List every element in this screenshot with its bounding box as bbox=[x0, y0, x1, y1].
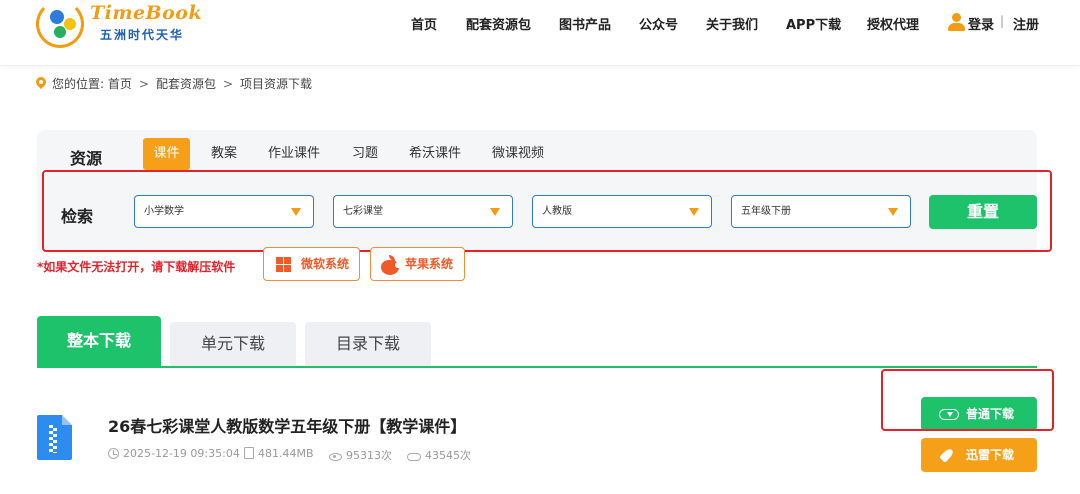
file-size-icon bbox=[244, 447, 254, 459]
nav-agency[interactable]: 授权代理 bbox=[867, 14, 919, 33]
file-size-value: 481.44MB bbox=[258, 447, 314, 460]
breadcrumb-arrow: > bbox=[138, 77, 149, 91]
cloud-download-icon bbox=[407, 453, 421, 461]
thunder-download-button[interactable]: 迅雷下载 bbox=[921, 438, 1037, 472]
file-title[interactable]: 26春七彩课堂人教版数学五年级下册【教学课件】 bbox=[108, 413, 466, 437]
file-views: 95313次 bbox=[329, 447, 392, 463]
breadcrumb-home[interactable]: 首页 bbox=[108, 77, 132, 91]
file-downloads-value: 43545次 bbox=[425, 449, 471, 462]
register-link[interactable]: 注册 bbox=[1013, 14, 1039, 33]
tab-underline bbox=[37, 366, 1037, 368]
nav-wechat[interactable]: 公众号 bbox=[639, 14, 678, 33]
login-link[interactable]: 登录 bbox=[968, 14, 994, 33]
file-views-value: 95313次 bbox=[346, 449, 392, 462]
file-date: 2025-12-19 09:35:04 bbox=[108, 447, 240, 460]
logo-ring-icon bbox=[36, 0, 84, 48]
rocket-icon bbox=[939, 447, 955, 463]
highlight-box bbox=[42, 170, 1052, 252]
thunder-download-label: 迅雷下载 bbox=[966, 448, 1015, 462]
tab-unit-download[interactable]: 单元下载 bbox=[170, 322, 296, 368]
windows-label: 微软系统 bbox=[301, 257, 350, 271]
site-header: TimeBook 五洲时代天华 首页 配套资源包 图书产品 公众号 关于我们 A… bbox=[0, 0, 1080, 66]
zip-file-icon bbox=[37, 415, 72, 460]
divider: | bbox=[1000, 14, 1005, 28]
windows-software-button[interactable]: 微软系统 bbox=[263, 247, 360, 281]
breadcrumb-prefix: 您的位置: bbox=[52, 77, 105, 91]
file-downloads: 43545次 bbox=[407, 447, 471, 463]
site-logo[interactable]: TimeBook 五洲时代天华 bbox=[34, 0, 204, 52]
breadcrumb-current: 项目资源下载 bbox=[240, 77, 313, 91]
apple-label: 苹果系统 bbox=[405, 257, 454, 271]
tab-full-download[interactable]: 整本下载 bbox=[37, 316, 161, 368]
user-icon[interactable] bbox=[948, 13, 965, 31]
nav-books[interactable]: 图书产品 bbox=[559, 14, 611, 33]
breadcrumb-arrow: > bbox=[222, 77, 234, 91]
tab-exercises[interactable]: 习题 bbox=[345, 138, 385, 170]
tab-lesson-plan[interactable]: 教案 bbox=[204, 138, 244, 170]
location-pin-icon bbox=[36, 77, 46, 89]
nav-resource-pack[interactable]: 配套资源包 bbox=[466, 14, 531, 33]
tab-micro-video[interactable]: 微课视频 bbox=[486, 138, 550, 170]
logo-subtitle: 五洲时代天华 bbox=[100, 28, 185, 42]
tab-catalog-download[interactable]: 目录下载 bbox=[305, 322, 431, 368]
highlight-box bbox=[881, 369, 1054, 431]
nav-about[interactable]: 关于我们 bbox=[706, 14, 758, 33]
file-date-value: 2025-12-19 09:35:04 bbox=[123, 447, 240, 460]
apple-software-button[interactable]: 苹果系统 bbox=[370, 247, 465, 281]
breadcrumb-resource-pack[interactable]: 配套资源包 bbox=[156, 77, 216, 91]
windows-icon bbox=[276, 257, 292, 273]
tab-homework-courseware[interactable]: 作业课件 bbox=[262, 138, 326, 170]
nav-app-download[interactable]: APP下载 bbox=[786, 14, 841, 33]
unzip-notice: *如果文件无法打开，请下载解压软件 bbox=[37, 260, 236, 274]
eye-icon bbox=[329, 453, 342, 461]
nav-home[interactable]: 首页 bbox=[411, 14, 437, 33]
clock-icon bbox=[108, 448, 119, 459]
apple-icon bbox=[381, 255, 401, 275]
breadcrumb: 您的位置: 首页 > 配套资源包 > 项目资源下载 bbox=[36, 75, 312, 92]
logo-text: TimeBook bbox=[90, 2, 203, 24]
tab-seewo-courseware[interactable]: 希沃课件 bbox=[403, 138, 467, 170]
tab-courseware[interactable]: 课件 bbox=[143, 138, 190, 170]
resource-label: 资源 bbox=[70, 149, 103, 168]
file-size: 481.44MB bbox=[244, 447, 314, 460]
